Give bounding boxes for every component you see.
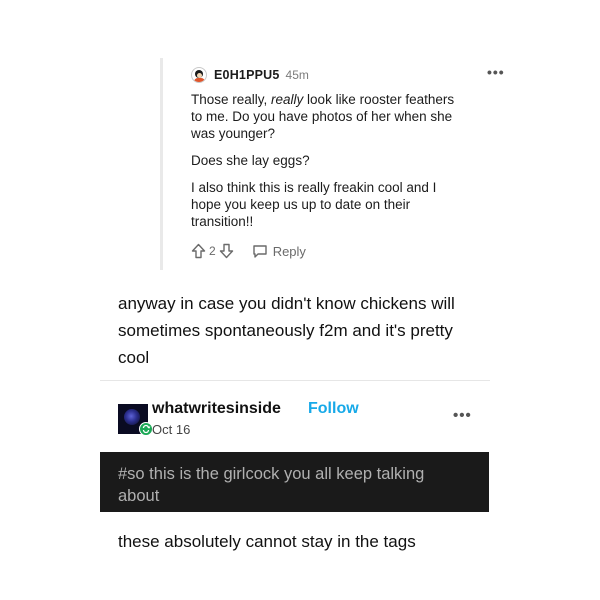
reply-button[interactable]: Reply xyxy=(252,244,306,259)
reply-label: Reply xyxy=(272,243,306,259)
post-line: sometimes spontaneously f2m and it's pre… xyxy=(118,321,453,340)
follow-button[interactable]: Follow xyxy=(308,400,359,418)
user-avatar-icon[interactable] xyxy=(191,67,207,83)
tag-text[interactable]: #so this is the girlcock you all keep ta… xyxy=(118,463,478,507)
comment-line: was younger? xyxy=(191,126,276,141)
comment-more-icon[interactable]: ••• xyxy=(487,64,505,80)
blog-name[interactable]: whatwritesinside xyxy=(152,400,281,418)
post-line: anyway in case you didn't know chickens … xyxy=(118,294,455,313)
comment-line: Those really, really look like rooster f… xyxy=(191,92,455,107)
tag-block: #so this is the girlcock you all keep ta… xyxy=(100,452,489,512)
comment-header: E0H1PPU5 45m xyxy=(191,66,309,84)
upvote-icon[interactable] xyxy=(191,243,206,259)
comment-line: transition!! xyxy=(191,214,254,229)
post-date: Oct 16 xyxy=(152,422,191,437)
post-more-icon[interactable]: ••• xyxy=(453,407,472,424)
comment-username[interactable]: E0H1PPU5 xyxy=(214,68,280,82)
divider xyxy=(100,380,490,381)
tag-line: #so this is the girlcock you all keep ta… xyxy=(118,465,425,483)
comment-time: 45m xyxy=(285,68,309,82)
comment-line: to me. Do you have photos of her when sh… xyxy=(191,109,453,124)
comment-line: I also think this is really freakin cool… xyxy=(191,180,437,195)
comment-line: hope you keep us up to date on their xyxy=(191,197,411,212)
post-text: anyway in case you didn't know chickens … xyxy=(118,290,518,371)
reblog-text: these absolutely cannot stay in the tags xyxy=(118,532,416,551)
post-line: cool xyxy=(118,348,150,367)
comment-actions: 2 Reply xyxy=(191,242,306,260)
comment-line: Does she lay eggs? xyxy=(191,153,310,168)
reblog-icon xyxy=(139,422,153,436)
reply-icon xyxy=(252,244,267,258)
reddit-comment: E0H1PPU5 45m ••• Those really, really lo… xyxy=(160,58,504,270)
vote-count: 2 xyxy=(209,244,216,258)
downvote-icon[interactable] xyxy=(219,243,234,259)
tag-line: about xyxy=(118,487,160,505)
